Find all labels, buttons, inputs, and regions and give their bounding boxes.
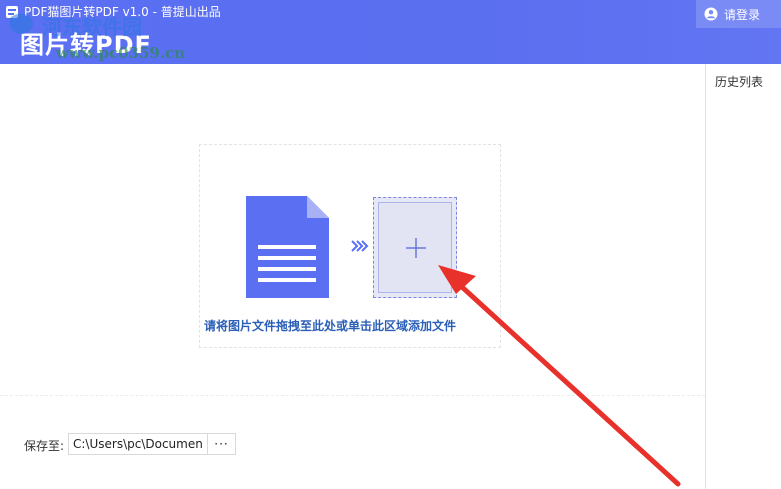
chevrons-right-icon bbox=[351, 240, 369, 252]
drop-hint: 请将图片文件拖拽至此处或单击此区域添加文件 bbox=[204, 319, 457, 333]
save-path-input[interactable] bbox=[68, 433, 208, 455]
plus-icon bbox=[406, 238, 426, 258]
login-label: 请登录 bbox=[724, 7, 761, 22]
file-drop-zone[interactable]: 请将图片文件拖拽至此处或单击此区域添加文件 bbox=[199, 144, 501, 348]
login-button[interactable]: 请登录 bbox=[696, 0, 781, 28]
document-icon bbox=[246, 196, 329, 298]
save-to-label: 保存至: bbox=[24, 439, 65, 453]
window-title: PDF猫图片转PDF v1.0 - 普提山出品 bbox=[24, 5, 221, 19]
user-icon bbox=[704, 7, 718, 21]
add-file-button[interactable] bbox=[373, 197, 457, 298]
add-file-area bbox=[378, 202, 452, 293]
title-bar: PDF猫图片转PDF v1.0 - 普提山出品 图片转PDF 河东软件园 www… bbox=[0, 0, 781, 64]
browse-button[interactable]: ··· bbox=[207, 433, 236, 455]
history-panel: 历史列表 bbox=[705, 64, 781, 489]
app-brand: 图片转PDF bbox=[20, 31, 152, 59]
app-icon bbox=[6, 6, 18, 18]
history-title: 历史列表 bbox=[715, 75, 764, 89]
divider bbox=[0, 395, 705, 396]
